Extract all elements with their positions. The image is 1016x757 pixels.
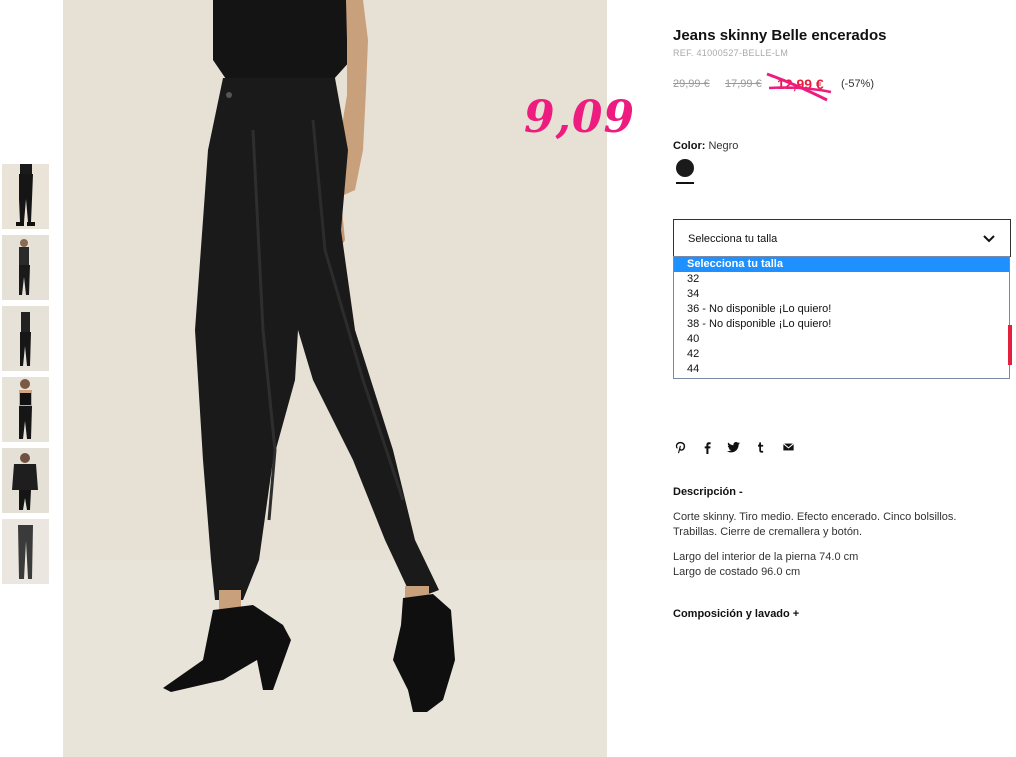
price-row: 29,99 € 17,99 € 12,99 € (-57%) xyxy=(673,72,913,102)
size-option[interactable]: 40 xyxy=(674,332,1009,347)
description-heading[interactable]: Descripción - xyxy=(673,486,743,498)
thumbnail-4[interactable] xyxy=(2,377,49,442)
facebook-icon[interactable] xyxy=(700,440,714,454)
size-option[interactable]: 38 - No disponible ¡Lo quiero! xyxy=(674,317,1009,332)
thumbnail-gallery xyxy=(2,164,49,590)
size-option[interactable]: 42 xyxy=(674,347,1009,362)
original-price: 29,99 € xyxy=(673,78,710,90)
size-select[interactable]: Selecciona tu talla xyxy=(673,219,1011,257)
size-select-value: Selecciona tu talla xyxy=(688,233,778,245)
add-to-bag-button-edge[interactable] xyxy=(1008,325,1012,365)
chevron-down-icon xyxy=(983,235,995,243)
product-reference: REF. 41000527-BELLE-LM xyxy=(673,48,789,58)
overlay-handwritten-price: 9,09 xyxy=(524,92,636,143)
thumbnail-6[interactable] xyxy=(2,519,49,584)
thumbnail-2[interactable] xyxy=(2,235,49,300)
inseam-measurement: Largo del interior de la pierna 74.0 cm xyxy=(673,551,859,563)
thumbnail-3[interactable] xyxy=(2,306,49,371)
color-label: Color: xyxy=(673,140,706,152)
share-icons xyxy=(673,440,795,454)
thumbnail-5[interactable] xyxy=(2,448,49,513)
size-option[interactable]: 34 xyxy=(674,287,1009,302)
description-text: Corte skinny. Tiro medio. Efecto encerad… xyxy=(673,511,957,538)
twitter-icon[interactable] xyxy=(727,440,741,454)
composition-toggle[interactable]: Composición y lavado + xyxy=(673,608,799,620)
first-markdown-price: 17,99 € xyxy=(725,78,762,90)
color-label-row: Color: Negro xyxy=(673,140,738,152)
size-option[interactable]: 44 xyxy=(674,362,1009,377)
size-option[interactable]: Selecciona tu talla xyxy=(674,257,1009,272)
email-icon[interactable] xyxy=(781,440,795,454)
current-sale-price: 12,99 € xyxy=(777,76,824,92)
pinterest-icon[interactable] xyxy=(673,440,687,454)
product-title: Jeans skinny Belle encerados xyxy=(673,27,887,44)
side-length-measurement: Largo de costado 96.0 cm xyxy=(673,566,801,578)
color-swatch-negro[interactable] xyxy=(676,159,694,177)
size-option[interactable]: 36 - No disponible ¡Lo quiero! xyxy=(674,302,1009,317)
selected-swatch-indicator xyxy=(676,182,694,184)
tumblr-icon[interactable] xyxy=(754,440,768,454)
discount-badge: (-57%) xyxy=(841,78,875,90)
size-dropdown-list: Selecciona tu talla 32 34 36 - No dispon… xyxy=(673,256,1010,379)
color-value: Negro xyxy=(708,140,739,152)
size-option[interactable]: 32 xyxy=(674,272,1009,287)
thumbnail-1[interactable] xyxy=(2,164,49,229)
